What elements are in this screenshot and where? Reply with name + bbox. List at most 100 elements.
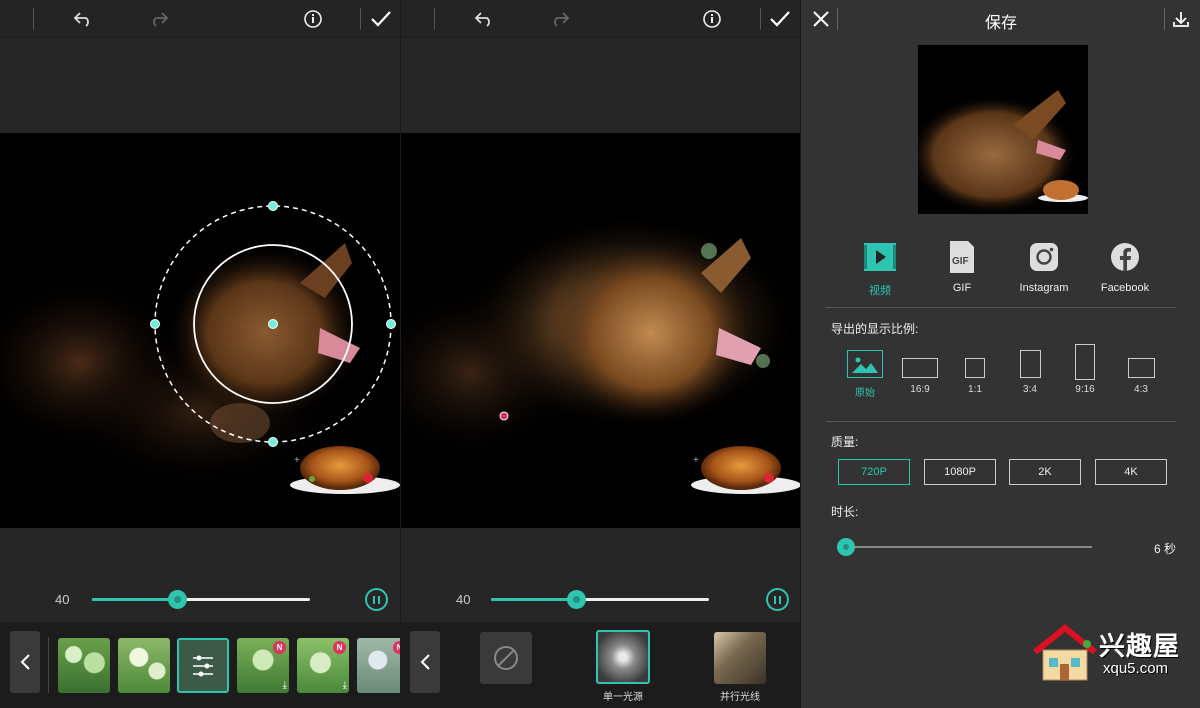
share-facebook[interactable]: Facebook <box>1085 240 1165 294</box>
redo-icon[interactable] <box>547 6 573 32</box>
share-gif[interactable]: GIF GIF <box>922 240 1002 294</box>
watermark-url: xqu5.com <box>1103 660 1169 677</box>
new-badge: N <box>333 641 346 654</box>
ratio-label: 1:1 <box>968 384 982 395</box>
info-icon[interactable] <box>300 6 326 32</box>
pause-icon[interactable] <box>766 588 789 611</box>
duration-thumb[interactable] <box>837 538 855 556</box>
ratio-16-9[interactable]: 16:9 <box>890 350 950 395</box>
effect-label: 并行光线 <box>720 692 760 703</box>
handle-center[interactable] <box>268 319 278 329</box>
filter-thumb-bokeh-light[interactable] <box>118 638 170 693</box>
share-video[interactable]: 视频 <box>840 240 920 298</box>
filter-thumb-bunny-2[interactable]: N ⤓ <box>297 638 349 693</box>
intensity-slider[interactable]: 40 <box>0 585 400 615</box>
ratio-shape <box>902 358 938 378</box>
ratio-3-4[interactable]: 3:4 <box>1000 350 1060 395</box>
filter-thumb-adjust[interactable] <box>177 638 229 693</box>
new-badge: N <box>393 641 400 654</box>
share-instagram[interactable]: Instagram <box>1004 240 1084 294</box>
duration-track <box>846 546 1092 548</box>
ratio-shape <box>965 358 985 378</box>
export-preview <box>918 45 1088 214</box>
ratio-shape <box>1127 358 1155 378</box>
back-button[interactable] <box>410 631 440 693</box>
house-logo <box>1033 624 1097 681</box>
back-button[interactable] <box>10 631 40 693</box>
chevron-left-icon <box>20 654 30 670</box>
download-icon[interactable] <box>1169 7 1193 31</box>
share-label: Facebook <box>1100 282 1150 294</box>
ratio-9-16[interactable]: 9:16 <box>1055 344 1115 395</box>
slider-track[interactable] <box>491 590 709 609</box>
share-label: GIF <box>952 282 972 294</box>
editor-panel-light: + 40 单一光源 并行光线 <box>400 0 800 708</box>
svg-text:+: + <box>693 455 699 466</box>
ratio-shape <box>1019 350 1041 378</box>
intensity-slider[interactable]: 40 <box>401 585 800 615</box>
slider-thumb[interactable] <box>168 590 188 609</box>
filter-thumb-bunny[interactable]: N ⤓ <box>237 638 289 693</box>
strip-divider <box>48 637 49 693</box>
photo-canvas[interactable]: + <box>0 133 400 528</box>
handle-right[interactable] <box>386 319 396 329</box>
duration-slider[interactable] <box>837 536 1096 558</box>
effect-parallel-light[interactable] <box>714 632 766 684</box>
filter-thumb-bokeh-green[interactable] <box>58 638 110 693</box>
share-label: Instagram <box>1019 282 1069 294</box>
quality-section-title: 质量: <box>831 435 859 449</box>
save-panel: 保存 视频 GIF GIF Instagram Facebook 导出的显示比例… <box>800 0 1200 708</box>
ratio-label: 4:3 <box>1134 384 1148 395</box>
bear-photo: + <box>0 133 400 528</box>
quality-1080p-button[interactable]: 1080P <box>924 459 996 485</box>
confirm-check-icon[interactable] <box>767 6 793 32</box>
handle-left[interactable] <box>150 319 160 329</box>
ratio-4-3[interactable]: 4:3 <box>1111 350 1171 395</box>
facebook-icon <box>1108 240 1142 274</box>
chevron-left-icon <box>420 654 430 670</box>
duration-section-title: 时长: <box>831 505 859 519</box>
toolbar-divider <box>360 8 361 30</box>
slider-thumb[interactable] <box>567 590 587 609</box>
video-icon <box>863 240 897 274</box>
top-toolbar <box>0 0 400 38</box>
ratio-label: 16:9 <box>910 384 930 395</box>
info-icon[interactable] <box>699 6 725 32</box>
handle-bottom[interactable] <box>268 437 278 447</box>
gif-icon: GIF <box>945 240 979 274</box>
effect-label: 单一光源 <box>603 692 643 703</box>
effect-single-light[interactable] <box>596 630 650 684</box>
preview-image <box>918 45 1088 214</box>
ratio-section-title: 导出的显示比例: <box>831 322 919 336</box>
svg-text:+: + <box>294 455 300 466</box>
ratio-1-1[interactable]: 1:1 <box>945 350 1005 395</box>
slider-value: 40 <box>55 592 70 607</box>
undo-icon[interactable] <box>70 6 96 32</box>
editor-panel-blur: + 40 N ⤓ N ⤓ N <box>0 0 400 708</box>
quality-4k-button[interactable]: 4K <box>1095 459 1167 485</box>
ratio-label: 原始 <box>855 388 875 399</box>
filter-thumb-flower[interactable]: N <box>357 638 400 693</box>
effect-strip: 单一光源 并行光线 <box>401 622 800 708</box>
watermark: 兴趣屋 xqu5.com <box>1031 620 1191 685</box>
quality-720p-button[interactable]: 720P <box>838 459 910 485</box>
light-source-point[interactable] <box>498 410 510 422</box>
divider <box>826 307 1176 308</box>
undo-icon[interactable] <box>471 6 497 32</box>
ratio-original[interactable]: 原始 <box>835 350 895 399</box>
adjust-sliders-icon <box>193 655 213 677</box>
handle-top[interactable] <box>268 201 278 211</box>
page-title: 保存 <box>984 15 1017 32</box>
instagram-icon <box>1027 240 1061 274</box>
quality-2k-button[interactable]: 2K <box>1009 459 1081 485</box>
share-label: 视频 <box>869 285 891 297</box>
new-badge: N <box>273 641 286 654</box>
top-toolbar <box>401 0 800 38</box>
photo-canvas[interactable]: + <box>401 133 800 528</box>
pause-icon[interactable] <box>365 588 388 611</box>
svg-text:GIF: GIF <box>952 256 969 267</box>
redo-icon[interactable] <box>146 6 172 32</box>
effect-none[interactable] <box>480 632 532 684</box>
slider-track[interactable] <box>92 590 310 609</box>
confirm-check-icon[interactable] <box>368 6 394 32</box>
